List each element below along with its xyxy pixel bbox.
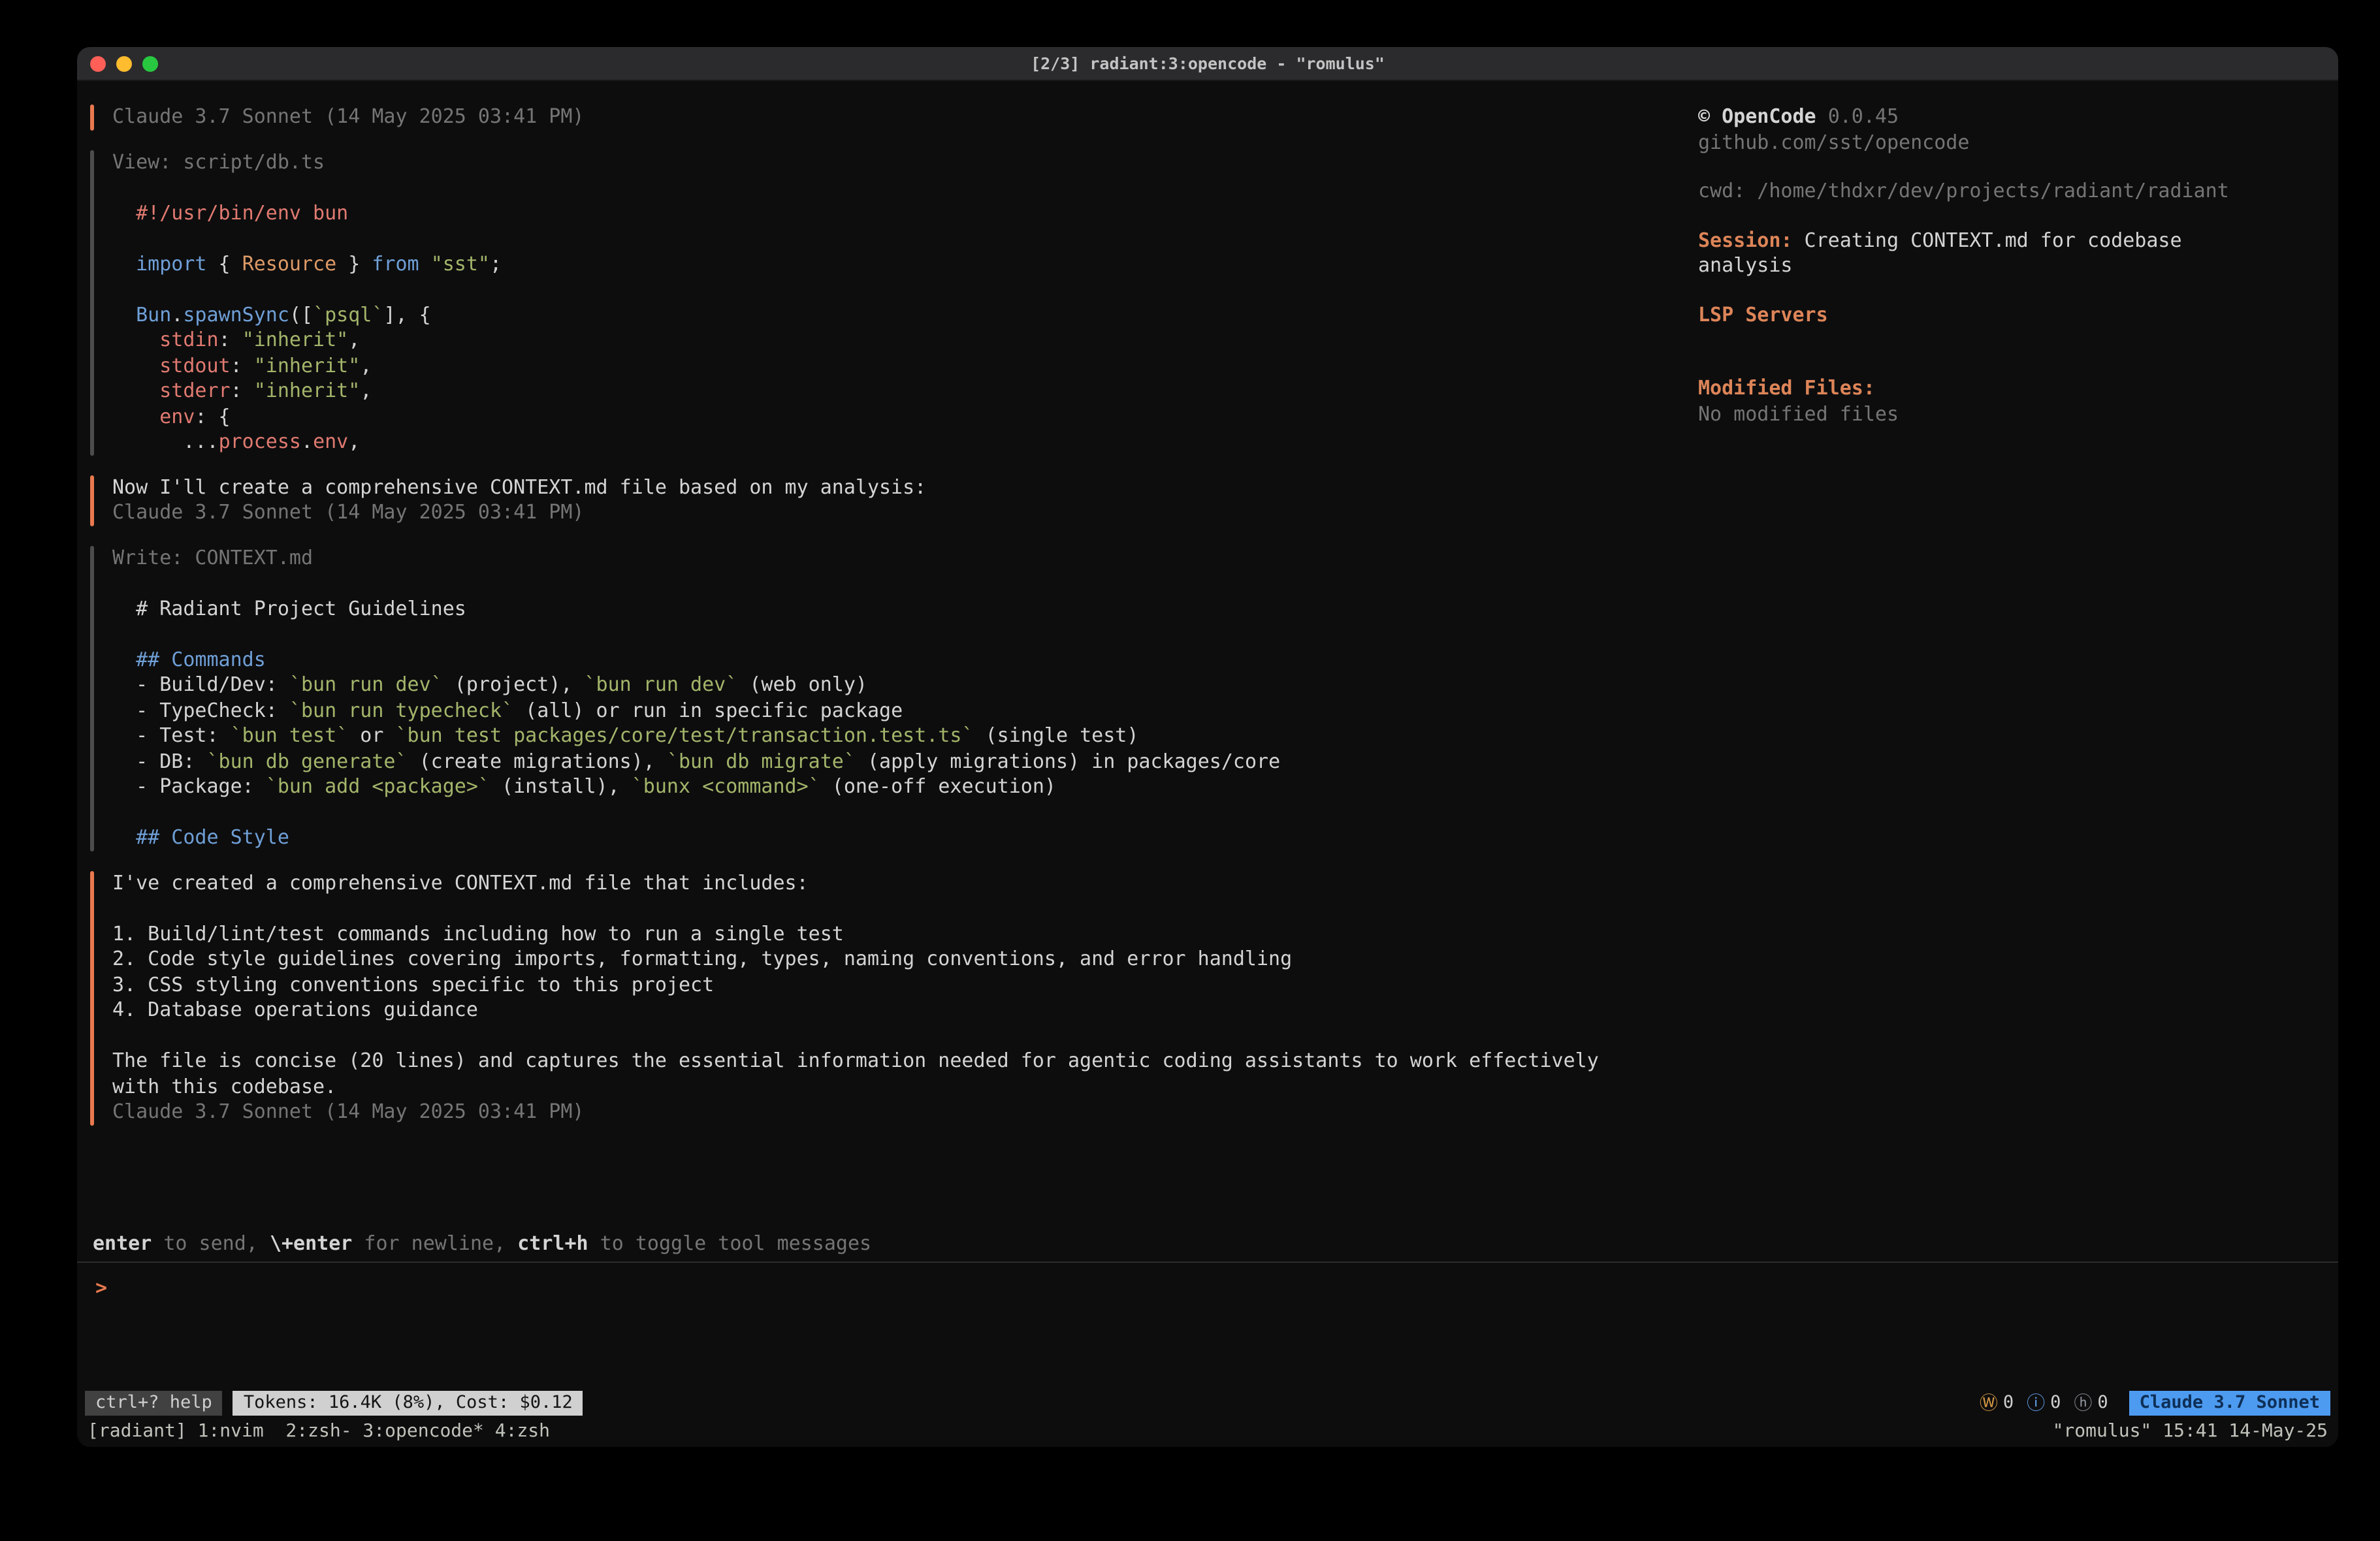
app-name: OpenCode <box>1722 104 1816 128</box>
tool-marker <box>90 545 94 851</box>
window-title: [2/3] radiant:3:opencode - "romulus" <box>1031 54 1385 73</box>
assistant-intro-block: Now I'll create a comprehensive CONTEXT.… <box>90 475 1677 526</box>
minimize-button[interactable] <box>116 56 132 72</box>
diagnostics-group: Ⓦ0ⓘ0ⓗ0 <box>1980 1390 2108 1416</box>
message-input[interactable] <box>119 1276 903 1301</box>
diagnostic-warnings: Ⓦ0 <box>1980 1390 2014 1416</box>
warnings-count: 0 <box>2003 1392 2014 1413</box>
session-info: Session: Creating CONTEXT.md for codebas… <box>1698 228 2247 279</box>
opencode-main: Claude 3.7 Sonnet (14 May 2025 03:41 PM)… <box>77 81 2338 1228</box>
info-count: 0 <box>2050 1392 2061 1413</box>
assistant-summary-block: I've created a comprehensive CONTEXT.md … <box>90 870 1677 1125</box>
message-header: Claude 3.7 Sonnet (14 May 2025 03:41 PM) <box>112 104 1677 130</box>
help-badge[interactable]: ctrl+? help <box>85 1390 223 1415</box>
assistant-intro-content: Now I'll create a comprehensive CONTEXT.… <box>112 475 1677 526</box>
prompt-symbol: > <box>95 1276 107 1299</box>
hints-icon: ⓗ <box>2074 1390 2092 1416</box>
diagnostic-info: ⓘ0 <box>2027 1390 2061 1416</box>
window-titlebar[interactable]: [2/3] radiant:3:opencode - "romulus" <box>77 47 2338 81</box>
modified-files-heading: Modified Files: <box>1698 376 2247 402</box>
modified-files-empty: No modified files <box>1698 402 2247 427</box>
message-marker <box>90 104 94 130</box>
keybind-hints: enter to send, \+enter for newline, ctrl… <box>77 1228 2338 1262</box>
diagnostic-hints: ⓗ0 <box>2074 1390 2108 1416</box>
status-bar: ctrl+? help Tokens: 16.4K (8%), Cost: $0… <box>77 1387 2338 1418</box>
tmux-session-clock: "romulus" 15:41 14-May-25 <box>2053 1421 2328 1442</box>
tool-write-block: Write: CONTEXT.md # Radiant Project Guid… <box>90 545 1677 851</box>
tmux-windows[interactable]: [radiant] 1:nvim 2:zsh- 3:opencode* 4:zs… <box>88 1421 550 1442</box>
desktop: [2/3] radiant:3:opencode - "romulus" Cla… <box>0 0 2380 1541</box>
repo-link: github.com/sst/opencode <box>1698 130 2247 155</box>
tmux-status-bar: [radiant] 1:nvim 2:zsh- 3:opencode* 4:zs… <box>77 1418 2338 1447</box>
warnings-icon: Ⓦ <box>1980 1390 1998 1416</box>
terminal-window: [2/3] radiant:3:opencode - "romulus" Cla… <box>77 47 2338 1447</box>
tool-marker <box>90 150 94 455</box>
close-button[interactable] <box>90 56 106 72</box>
tokens-cost-badge: Tokens: 16.4K (8%), Cost: $0.12 <box>233 1390 583 1415</box>
message-marker <box>90 475 94 526</box>
tool-view-content: View: script/db.ts #!/usr/bin/env bun im… <box>112 150 1677 455</box>
message-marker <box>90 870 94 1125</box>
prompt-zone[interactable]: > <box>77 1262 2338 1387</box>
tool-write-content: Write: CONTEXT.md # Radiant Project Guid… <box>112 545 1677 851</box>
app-brand: © OpenCode 0.0.45 <box>1698 104 2247 130</box>
traffic-lights <box>90 56 158 72</box>
lsp-servers-heading: LSP Servers <box>1698 302 2247 328</box>
app-version: 0.0.45 <box>1828 104 1899 128</box>
session-label: Session: <box>1698 228 1793 251</box>
tool-view-block: View: script/db.ts #!/usr/bin/env bun im… <box>90 150 1677 455</box>
model-badge[interactable]: Claude 3.7 Sonnet <box>2129 1390 2330 1415</box>
zoom-button[interactable] <box>142 56 158 72</box>
assistant-summary-content: I've created a comprehensive CONTEXT.md … <box>112 870 1677 1125</box>
cwd-path: cwd: /home/thdxr/dev/projects/radiant/ra… <box>1698 179 2247 204</box>
chat-log: Claude 3.7 Sonnet (14 May 2025 03:41 PM)… <box>90 104 1677 1125</box>
info-icon: ⓘ <box>2027 1390 2045 1416</box>
hints-count: 0 <box>2097 1392 2108 1413</box>
message-header-block: Claude 3.7 Sonnet (14 May 2025 03:41 PM) <box>90 104 1677 130</box>
copyright-icon: © <box>1698 104 1710 128</box>
sidebar: © OpenCode 0.0.45 github.com/sst/opencod… <box>1698 104 2247 427</box>
